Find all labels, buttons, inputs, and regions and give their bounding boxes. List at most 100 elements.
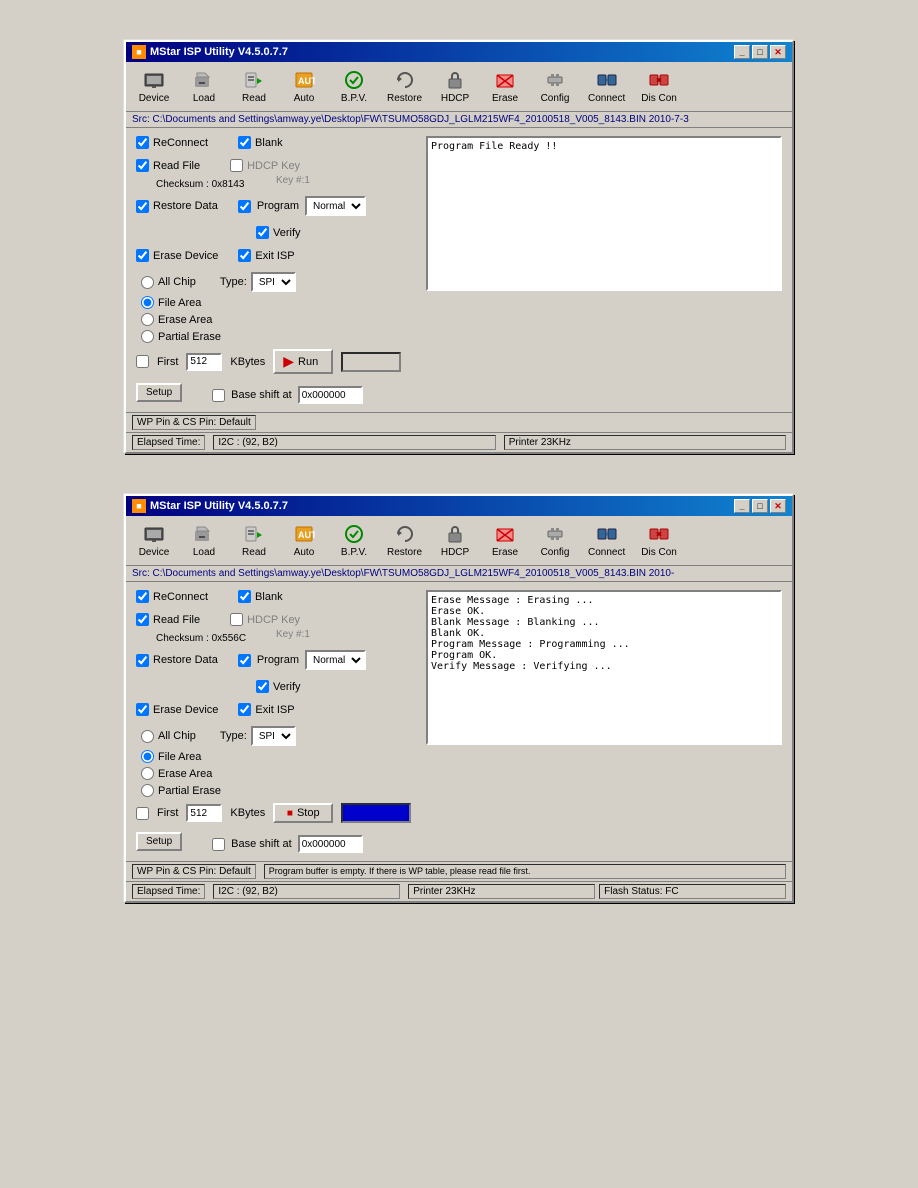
filearea-radio1[interactable] (141, 296, 154, 309)
action-row1: First KBytes ▶ Run (136, 349, 416, 374)
verify-checkbox2[interactable] (256, 680, 269, 693)
partialerase-radio2[interactable] (141, 784, 154, 797)
allchip-radio1[interactable] (141, 276, 154, 289)
minimize-btn1[interactable]: _ (734, 45, 750, 59)
toolbar-restore2[interactable]: Restore (380, 519, 429, 562)
discon-icon1 (648, 69, 670, 91)
hdcpkey-checkbox2[interactable] (230, 613, 243, 626)
verify-row1: Verify (256, 226, 301, 239)
config-icon2 (544, 523, 566, 545)
allchip-row1: All Chip Type: SPI (141, 272, 416, 292)
exit-isp-checkbox2[interactable] (238, 703, 251, 716)
blank-checkbox1[interactable] (238, 136, 251, 149)
toolbar-auto2[interactable]: AUTO Auto (280, 519, 328, 562)
erase-icon1 (494, 69, 516, 91)
toolbar-load1[interactable]: Load (180, 65, 228, 108)
allchip-row2: All Chip Type: SPI (141, 726, 416, 746)
toolbar-bpv1[interactable]: B.P.V. (330, 65, 378, 108)
blank-label2: Blank (255, 591, 283, 603)
toolbar-connect-label2: Connect (588, 547, 625, 558)
erase-device-label2: Erase Device (153, 704, 218, 716)
exit-isp-checkbox1[interactable] (238, 249, 251, 262)
first-input2[interactable] (186, 804, 222, 822)
toolbar-read2[interactable]: Read (230, 519, 278, 562)
verify-checkbox1[interactable] (256, 226, 269, 239)
first-label2: First (157, 807, 178, 819)
type-select2[interactable]: SPI (251, 726, 296, 746)
toolbar-discon1[interactable]: Dis Con (634, 65, 684, 108)
readfile-checkbox1[interactable] (136, 159, 149, 172)
progress-bar2 (341, 803, 411, 823)
erasearea-radio1[interactable] (141, 313, 154, 326)
titlebar1: ■ MStar ISP Utility V4.5.0.7.7 _ □ ✕ (126, 42, 792, 62)
toolbar-connect1[interactable]: Connect (581, 65, 632, 108)
erase-device-checkbox2[interactable] (136, 703, 149, 716)
printer-status2: Printer 23KHz (408, 884, 595, 899)
erasearea-row1: Erase Area (141, 313, 416, 326)
reconnect-checkbox1[interactable] (136, 136, 149, 149)
toolbar-connect2[interactable]: Connect (581, 519, 632, 562)
stop-button2[interactable]: ■ Stop (273, 803, 333, 823)
toolbar-hdcp1[interactable]: HDCP (431, 65, 479, 108)
toolbar-discon2[interactable]: Dis Con (634, 519, 684, 562)
program-select2[interactable]: Normal (305, 650, 366, 670)
erasearea-radio2[interactable] (141, 767, 154, 780)
first-input1[interactable] (186, 353, 222, 371)
baseshift-input1[interactable] (298, 386, 363, 404)
setup-button2[interactable]: Setup (136, 832, 182, 851)
program-checkbox2[interactable] (238, 654, 251, 667)
filearea-label1: File Area (158, 297, 201, 309)
first-checkbox2[interactable] (136, 807, 149, 820)
toolbar-bpv2[interactable]: B.P.V. (330, 519, 378, 562)
baseshift-input2[interactable] (298, 835, 363, 853)
restore-row2: Restore Data (136, 650, 218, 670)
erase-icon2 (494, 523, 516, 545)
toolbar-hdcp2[interactable]: HDCP (431, 519, 479, 562)
blank-row1: Blank (238, 136, 283, 149)
program-select1[interactable]: Normal (305, 196, 366, 216)
restore-checkbox1[interactable] (136, 200, 149, 213)
toolbar-config2[interactable]: Config (531, 519, 579, 562)
maximize-btn1[interactable]: □ (752, 45, 768, 59)
hdcpkey-checkbox1[interactable] (230, 159, 243, 172)
toolbar-auto-label2: Auto (294, 547, 315, 558)
close-btn2[interactable]: ✕ (770, 499, 786, 513)
device-icon2 (143, 523, 165, 545)
toolbar-restore1[interactable]: Restore (380, 65, 429, 108)
program-label1: Program (257, 200, 299, 212)
partialerase-radio1[interactable] (141, 330, 154, 343)
program-checkbox1[interactable] (238, 200, 251, 213)
toolbar-config1[interactable]: Config (531, 65, 579, 108)
bpv-icon2 (343, 523, 365, 545)
toolbar-erase2[interactable]: Erase (481, 519, 529, 562)
erase-device-checkbox1[interactable] (136, 249, 149, 262)
toolbar-device2[interactable]: Device (130, 519, 178, 562)
toolbar-read1[interactable]: Read (230, 65, 278, 108)
type-label2: Type: (220, 730, 247, 742)
maximize-btn2[interactable]: □ (752, 499, 768, 513)
readfile-checkbox2[interactable] (136, 613, 149, 626)
erase-device-label1: Erase Device (153, 250, 218, 262)
window1: ■ MStar ISP Utility V4.5.0.7.7 _ □ ✕ Dev… (124, 40, 794, 454)
toolbar-restore-label2: Restore (387, 547, 422, 558)
minimize-btn2[interactable]: _ (734, 499, 750, 513)
allchip-radio2[interactable] (141, 730, 154, 743)
baseshift-checkbox2[interactable] (212, 838, 225, 851)
toolbar-auto1[interactable]: AUTO Auto (280, 65, 328, 108)
toolbar-auto-label1: Auto (294, 93, 315, 104)
blank-checkbox2[interactable] (238, 590, 251, 603)
restore-checkbox2[interactable] (136, 654, 149, 667)
baseshift-checkbox1[interactable] (212, 389, 225, 402)
toolbar-device1[interactable]: Device (130, 65, 178, 108)
run-button1[interactable]: ▶ Run (273, 349, 333, 374)
toolbar-erase1[interactable]: Erase (481, 65, 529, 108)
setup-button1[interactable]: Setup (136, 383, 182, 402)
close-btn1[interactable]: ✕ (770, 45, 786, 59)
program-row1: Program Normal (238, 196, 366, 216)
toolbar-load2[interactable]: Load (180, 519, 228, 562)
first-checkbox1[interactable] (136, 355, 149, 368)
reconnect-checkbox2[interactable] (136, 590, 149, 603)
type-select1[interactable]: SPI (251, 272, 296, 292)
filearea-radio2[interactable] (141, 750, 154, 763)
erase-device-row1: Erase Device (136, 249, 218, 262)
